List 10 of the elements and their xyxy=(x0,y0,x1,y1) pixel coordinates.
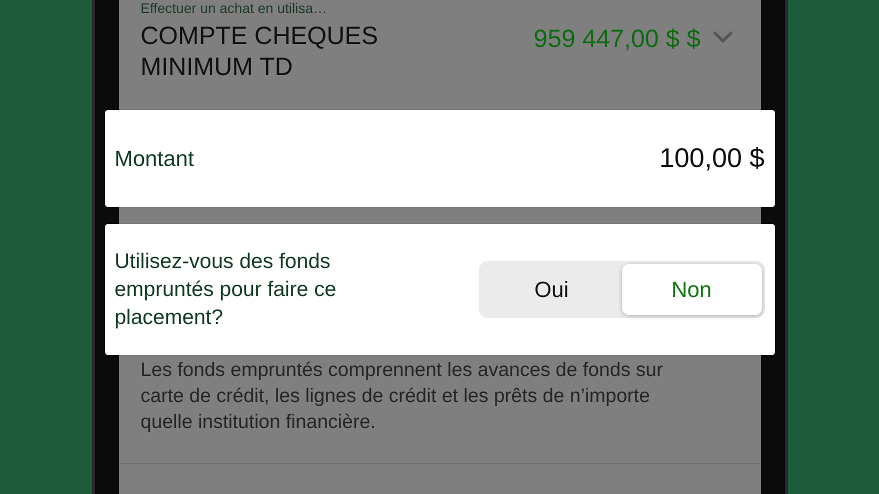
description-text: Les fonds empruntés comprennent les avances de fonds sur carte de crédit, les lignes de crédit et les prêts de n’importe quelle institution financière. xyxy=(140,358,664,435)
section-caption: Effectuer un achat en utilisa… xyxy=(140,0,328,17)
borrowed-funds-question: Utilisez-vous des fonds empruntés pour faire ce placement? xyxy=(114,248,338,330)
segment-option[interactable]: Oui xyxy=(482,264,622,315)
amount-label: Montant xyxy=(114,146,194,172)
segment-option[interactable]: Non xyxy=(622,264,762,315)
account-balance: 959 447,00 $ $ xyxy=(534,25,700,54)
chevron-down-icon[interactable] xyxy=(712,31,732,43)
account-name: COMPTE CHEQUES MINIMUM TD xyxy=(140,21,380,83)
amount-value[interactable]: 100,00 $ xyxy=(659,143,764,174)
